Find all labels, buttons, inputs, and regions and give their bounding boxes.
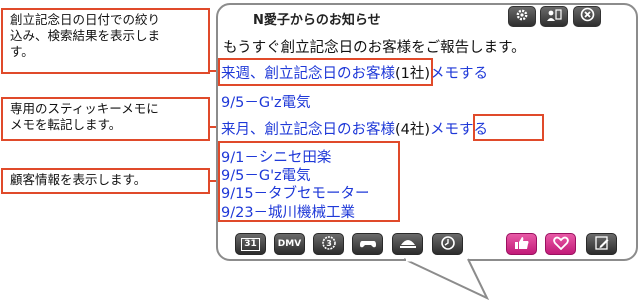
thumbs-up-icon	[513, 236, 531, 253]
dmv-button[interactable]: DMV	[274, 233, 305, 255]
callout-date-filter: 創立記念日の日付での絞り 込み、検索結果を表示しま す。	[1, 8, 210, 74]
food-button[interactable]	[392, 233, 423, 255]
close-button[interactable]	[573, 6, 601, 27]
heart-icon	[552, 236, 569, 253]
widget-title: N愛子からのお知らせ	[253, 13, 381, 28]
next-month-count: (4社)	[395, 122, 431, 138]
gamepad-icon	[359, 236, 377, 253]
dmv-label: DMV	[277, 239, 302, 249]
timer-icon: 3	[321, 235, 337, 254]
next-month-link[interactable]: 来月、創立記念日のお客様	[221, 122, 395, 138]
next-week-memo-link[interactable]: メモする	[430, 66, 488, 82]
timer-button[interactable]: 3	[313, 233, 344, 255]
pencil-icon	[594, 235, 610, 254]
calendar-button[interactable]: 31	[235, 233, 266, 255]
highlight-box	[218, 141, 400, 222]
dish-icon	[399, 236, 417, 253]
thumbs-up-button[interactable]	[506, 233, 537, 255]
edit-button[interactable]	[586, 233, 617, 255]
user-card-icon	[546, 7, 562, 26]
highlight-box	[218, 58, 433, 86]
notification-message: もうすぐ創立記念日のお客様をご報告します。	[223, 40, 526, 56]
svg-text:3: 3	[326, 239, 332, 248]
settings-button[interactable]	[508, 6, 536, 27]
callout-date-filter-text: 創立記念日の日付での絞り 込み、検索結果を表示しま す。	[10, 12, 161, 59]
game-button[interactable]	[352, 233, 383, 255]
gear-icon	[515, 7, 529, 26]
clock-button[interactable]	[432, 233, 463, 255]
callout-sticky-memo-text: 専用のスティッキーメモに メモを転記します。	[10, 101, 159, 132]
highlight-box	[473, 114, 544, 141]
favorite-button[interactable]	[545, 233, 576, 255]
callout-customer-info-text: 顧客情報を表示します。	[10, 172, 147, 187]
list-item[interactable]: 9/5－G'z電気	[221, 91, 311, 112]
next-month-row: 来月、創立記念日のお客様(4社)メモする	[221, 118, 488, 139]
callout-sticky-memo: 専用のスティッキーメモに メモを転記します。	[1, 97, 210, 141]
calendar-icon: 31	[241, 237, 260, 251]
clock-icon	[440, 235, 456, 254]
close-icon	[580, 7, 595, 26]
profile-button[interactable]	[540, 6, 568, 27]
callout-customer-info: 顧客情報を表示します。	[1, 168, 210, 194]
